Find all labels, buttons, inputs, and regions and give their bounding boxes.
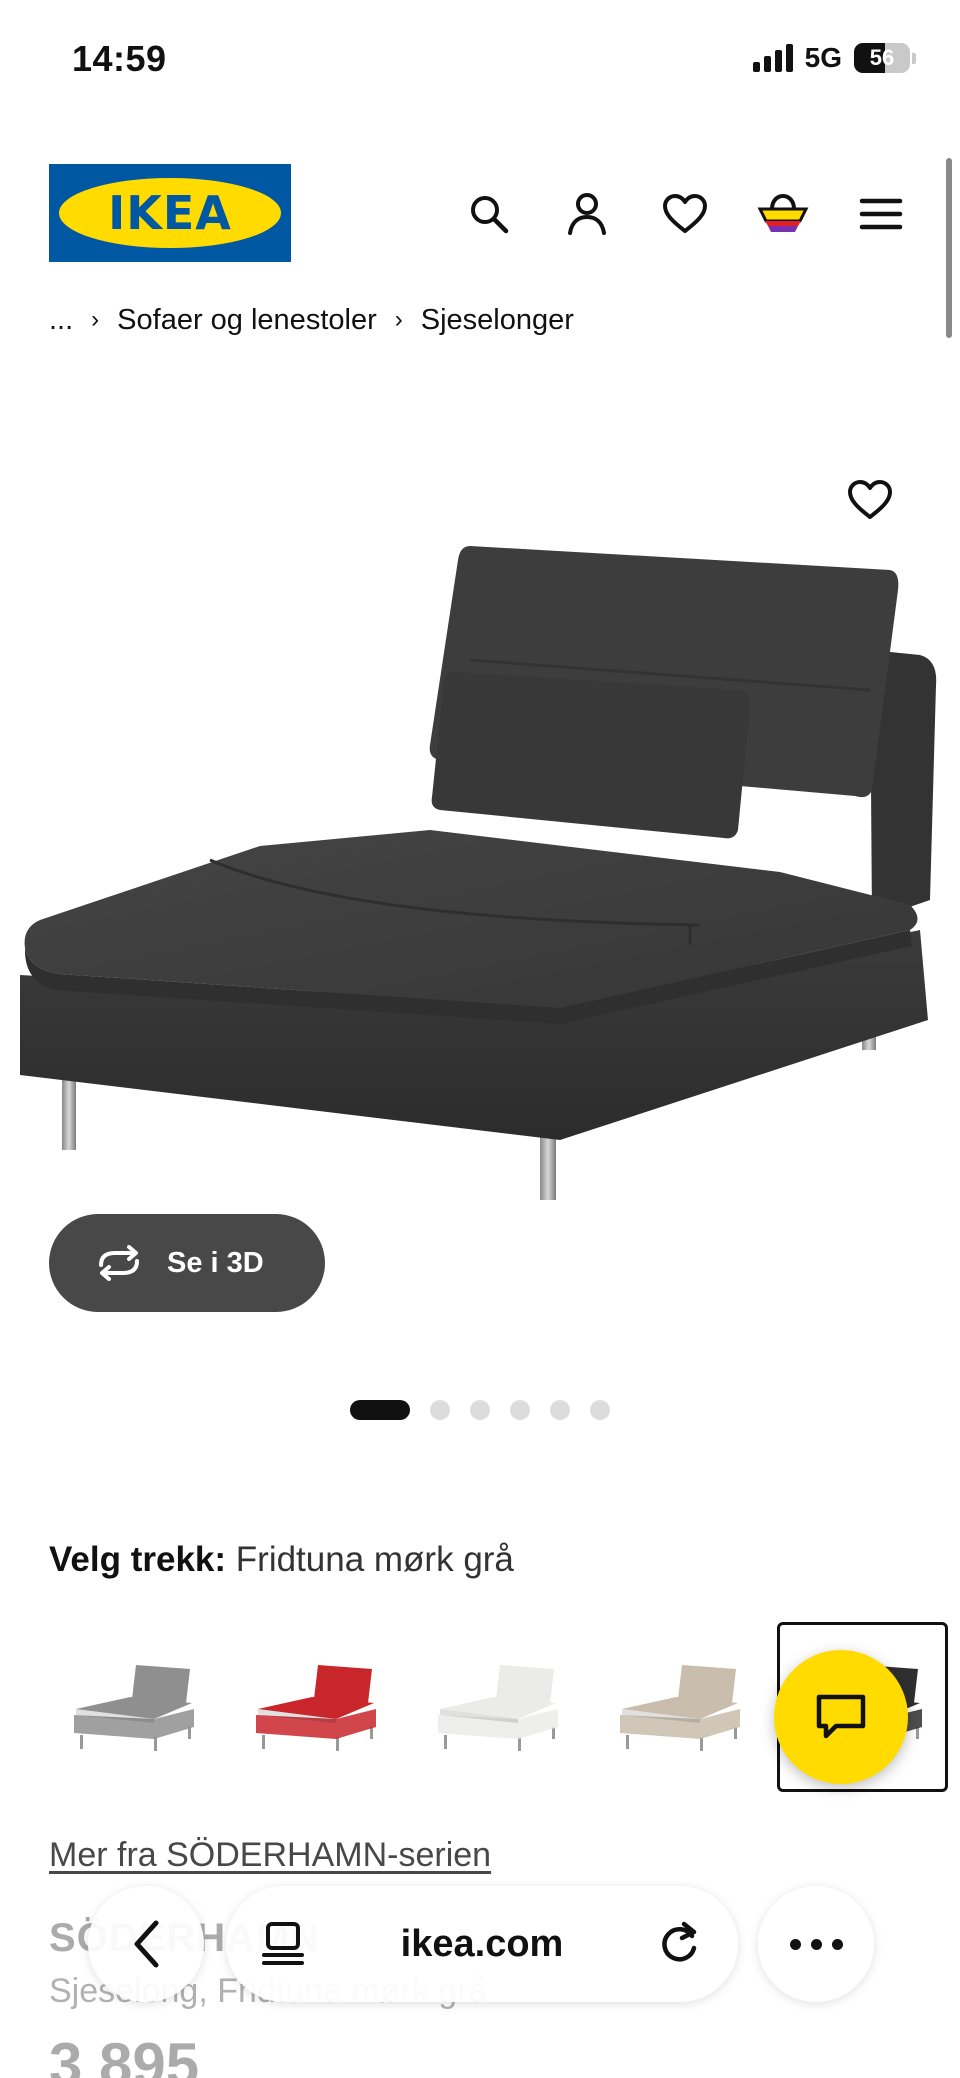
view-in-3d-button[interactable]: Se i 3D [49, 1214, 325, 1312]
back-button[interactable] [88, 1886, 204, 2002]
site-header: IKEA [0, 164, 960, 264]
search-icon[interactable] [440, 186, 538, 242]
network-type: 5G [804, 42, 842, 73]
breadcrumb-item-sofaer[interactable]: Sofaer og lenestoler [117, 304, 377, 337]
variant-selected-value: Fridtuna mørk grå [235, 1540, 514, 1579]
chaise-thumbnail-icon [73, 1665, 194, 1751]
page-scrollbar[interactable] [946, 158, 952, 338]
status-bar: 14:59 5G 56 [0, 0, 960, 120]
reload-icon[interactable] [658, 1918, 702, 1966]
gallery-dot[interactable] [510, 1400, 530, 1420]
basket-icon[interactable] [734, 186, 832, 242]
chevron-right-icon: › [91, 306, 100, 333]
product-price: 3 895 [49, 2031, 200, 2078]
chaise-thumbnail-icon [255, 1665, 376, 1751]
variant-swatch[interactable] [49, 1622, 220, 1792]
variant-label-title: Velg trekk: [49, 1540, 227, 1579]
breadcrumb-item-sjeselonger[interactable]: Sjeselonger [421, 304, 574, 337]
battery-level: 56 [869, 45, 895, 70]
signal-icon [752, 44, 793, 72]
logo-text: IKEA [108, 186, 232, 240]
chevron-right-icon: › [394, 306, 403, 333]
gallery-dot[interactable] [430, 1400, 450, 1420]
browser-toolbar: ikea.com [0, 1876, 960, 2016]
variant-label: Velg trekk: Fridtuna mørk grå [49, 1540, 514, 1580]
gallery-pagination[interactable] [350, 1400, 610, 1420]
account-icon[interactable] [538, 186, 636, 242]
gallery-dot[interactable] [590, 1400, 610, 1420]
chat-icon [816, 1694, 866, 1739]
rotate-3d-icon [99, 1245, 139, 1281]
variant-swatch[interactable] [231, 1622, 402, 1792]
gallery-dot[interactable] [350, 1400, 410, 1420]
chaise-thumbnail-icon [619, 1665, 740, 1751]
status-time: 14:59 [72, 38, 167, 79]
chaise-thumbnail-icon [437, 1665, 558, 1751]
product-image [20, 546, 937, 1200]
chevron-left-icon [134, 1920, 159, 1968]
series-link[interactable]: Mer fra SÖDERHAMN-serien [49, 1836, 491, 1875]
variant-swatch[interactable] [413, 1622, 584, 1792]
menu-icon[interactable] [832, 186, 930, 242]
breadcrumb: ... › Sofaer og lenestoler › Sjeselonger [49, 300, 574, 340]
header-actions [440, 186, 930, 242]
status-indicators: 5G 56 [752, 42, 916, 74]
address-bar[interactable]: ikea.com [226, 1886, 738, 2002]
product-gallery[interactable] [0, 440, 960, 1240]
wishlist-icon[interactable] [636, 186, 734, 242]
variant-swatch[interactable] [595, 1622, 766, 1792]
breadcrumb-ellipsis[interactable]: ... [49, 304, 73, 337]
more-options-icon[interactable] [758, 1886, 874, 2002]
battery-icon: 56 [854, 43, 916, 73]
gallery-dot[interactable] [550, 1400, 570, 1420]
chat-button[interactable] [774, 1650, 908, 1784]
view-in-3d-label: Se i 3D [167, 1246, 264, 1279]
ikea-logo[interactable]: IKEA [49, 164, 291, 262]
gallery-dot[interactable] [470, 1400, 490, 1420]
